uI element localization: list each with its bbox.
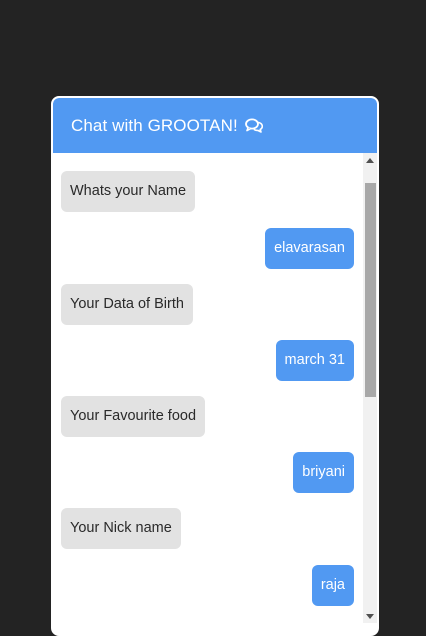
- scroll-up-arrow[interactable]: [363, 153, 377, 167]
- chat-title: Chat with GROOTAN!: [71, 115, 238, 135]
- user-message: elavarasan: [265, 228, 354, 269]
- scroll-thumb[interactable]: [365, 183, 376, 397]
- bot-message: Your Nick name: [61, 508, 181, 549]
- scrollbar[interactable]: [363, 153, 377, 623]
- user-message: march 31: [275, 340, 354, 381]
- user-message: raja: [311, 565, 354, 606]
- chat-header[interactable]: Chat with GROOTAN!: [53, 98, 377, 153]
- bot-message: Whats your Name: [61, 171, 196, 212]
- scroll-down-arrow[interactable]: [363, 609, 377, 623]
- bot-message: Your Data of Birth: [61, 284, 193, 325]
- comments-icon: [244, 118, 263, 133]
- message-list: Whats your Name elavarasan Your Data of …: [53, 153, 363, 623]
- chat-widget: Chat with GROOTAN! Whats your Name elava…: [51, 96, 379, 636]
- bot-message: Your Favourite food: [61, 396, 206, 437]
- user-message: briyani: [293, 452, 354, 493]
